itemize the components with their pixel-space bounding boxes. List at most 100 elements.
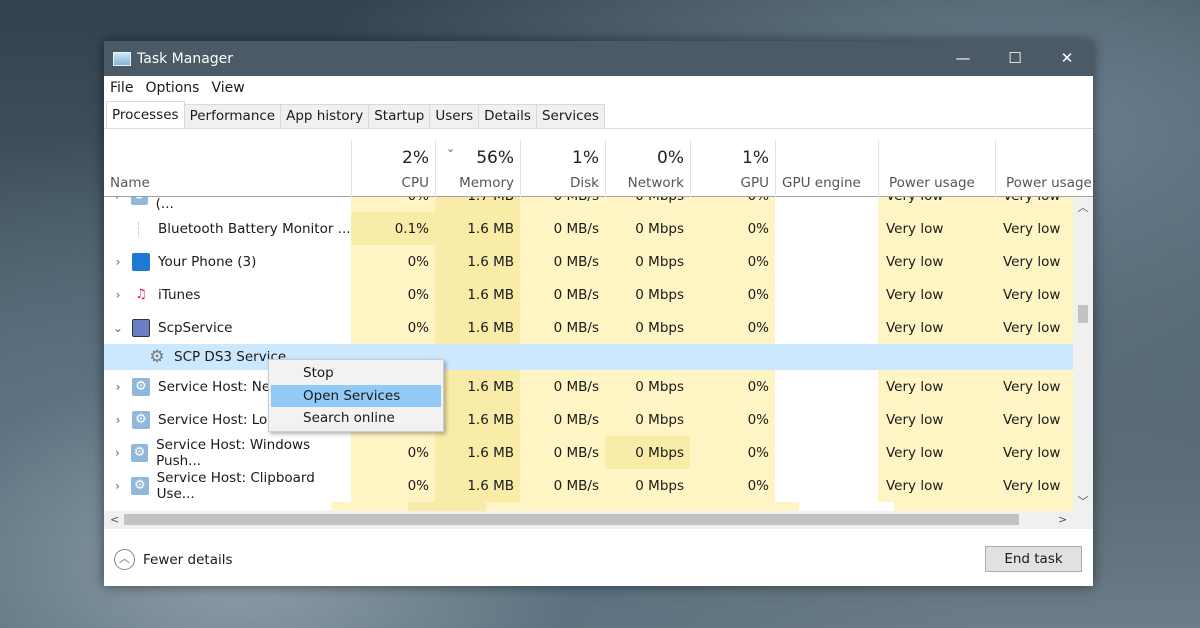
table-row[interactable]: › Your Phone (3) 0% 1.6 MB 0 MB/s 0 Mbps 0% Ver… <box>104 245 1073 278</box>
tab-performance[interactable]: Performance <box>183 104 282 128</box>
end-task-button[interactable]: End task <box>985 546 1082 572</box>
fewer-details-button[interactable]: ︿ Fewer details <box>114 549 233 570</box>
network-cell: 0 Mbps <box>605 436 690 469</box>
table-row[interactable]: › ⚙ Service Host: Clipboard Use... 0% 1.6 MB… <box>104 469 1073 502</box>
expand-chevron-icon[interactable]: › <box>104 446 131 460</box>
cpu-cell: 0% <box>351 436 435 469</box>
menu-view[interactable]: View <box>211 80 244 96</box>
expand-chevron-icon[interactable]: › <box>104 288 132 302</box>
maximize-button[interactable]: ☐ <box>989 41 1041 76</box>
column-gpu[interactable]: 1% GPU <box>690 140 775 197</box>
column-disk[interactable]: 1% Disk <box>520 140 605 197</box>
chevron-up-icon: ︿ <box>114 549 135 570</box>
column-power-usage[interactable]: Power usage <box>878 140 995 197</box>
disk-cell: 0 MB/s <box>520 436 605 469</box>
gpu-cell: 0% <box>690 278 775 311</box>
menu-item-open-services[interactable]: Open Services <box>271 384 441 407</box>
scroll-thumb[interactable] <box>1078 305 1088 323</box>
sort-chevron-icon: ⌄ <box>446 142 456 155</box>
vertical-scrollbar[interactable]: ︿ ﹀ <box>1073 197 1093 511</box>
scroll-thumb[interactable] <box>124 514 1019 525</box>
table-row[interactable]: Bluetooth Battery Monitor ... 0.1% 1.6 MB 0… <box>104 212 1073 245</box>
tab-processes[interactable]: Processes <box>106 101 185 128</box>
process-name: Service Host: Net <box>158 378 276 395</box>
process-name-cell: ›⚙ Service Host: Local System (... <box>104 197 351 212</box>
table-row[interactable]: ⌄ ScpService 0% 1.6 MB 0 MB/s 0 Mbps 0% Very lo… <box>104 311 1073 344</box>
gpu-cell: 0% <box>690 436 775 469</box>
scroll-left-icon[interactable]: < <box>110 511 119 528</box>
cpu-cell <box>330 502 409 511</box>
scroll-up-icon[interactable]: ︿ <box>1073 199 1093 215</box>
gpu-cell: 0% <box>690 197 775 212</box>
memory-cell: 1.6 MB <box>435 469 520 502</box>
scroll-right-icon[interactable]: > <box>1058 511 1067 528</box>
column-memory[interactable]: ⌄ 56% Memory <box>435 140 520 197</box>
tab-bar: Processes Performance App history Startu… <box>104 100 1093 129</box>
table-row[interactable]: › ⚙ Service Host: Windows Push... 0% 1.6 MB 0… <box>104 436 1073 469</box>
title-bar[interactable]: Task Manager — ☐ ✕ <box>104 41 1093 76</box>
tab-app-history[interactable]: App history <box>280 104 370 128</box>
memory-cell: 1.6 MB <box>435 403 520 436</box>
table-row[interactable]: ⚙ SCP DS3 Service <box>104 344 1073 370</box>
power-trend-cell: Very low <box>995 245 1073 278</box>
disk-cell: 0 MB/s <box>520 370 605 403</box>
table-row[interactable]: ›⚙Service Host: Local System (...0%1.7 M… <box>104 197 1073 212</box>
gpu-engine-cell <box>775 278 878 311</box>
process-name: Service Host: Clipboard Use... <box>156 469 315 502</box>
tab-startup[interactable]: Startup <box>368 104 431 128</box>
cpu-cell: 0% <box>351 245 435 278</box>
memory-total: 56% <box>476 148 514 168</box>
minimize-button[interactable]: — <box>937 41 989 76</box>
disk-cell: 0 MB/s <box>520 278 605 311</box>
process-list: ›⚙Service Host: Local System (...0%1.7 M… <box>104 197 1073 511</box>
gpu-engine-cell <box>775 370 878 403</box>
tab-users[interactable]: Users <box>429 104 480 128</box>
process-name-cell: Bluetooth Battery Monitor ... <box>104 212 351 245</box>
expand-chevron-icon[interactable]: › <box>104 479 131 493</box>
bluetooth-icon <box>138 219 144 238</box>
column-power-usage-trend[interactable]: Power usage tr <box>995 140 1093 197</box>
tab-services[interactable]: Services <box>535 104 605 128</box>
table-row[interactable] <box>104 502 1073 511</box>
power-trend-cell: Very low <box>995 311 1073 344</box>
network-cell: 0 Mbps <box>605 311 690 344</box>
menu-item-search-online[interactable]: Search online <box>271 407 441 430</box>
process-name-cell: › ⚙ Service Host: Windows Push... <box>104 436 351 469</box>
column-label: GPU engine <box>782 175 861 191</box>
expand-chevron-icon[interactable]: › <box>104 255 132 269</box>
expand-chevron-icon[interactable]: › <box>104 197 131 203</box>
memory-cell <box>408 502 487 511</box>
column-cpu[interactable]: 2% CPU <box>351 140 435 197</box>
cpu-cell: 0% <box>351 311 435 344</box>
column-gpu-engine[interactable]: GPU engine <box>775 140 878 197</box>
column-label: Power usage tr <box>1006 175 1093 191</box>
table-row[interactable]: › ⚙ Service Host: Net 1.6 MB 0 MB/s 0 Mbps 0% V… <box>104 370 1073 403</box>
column-name[interactable]: Name <box>104 140 351 197</box>
expand-chevron-icon[interactable]: › <box>104 413 132 427</box>
disk-cell: 0 MB/s <box>520 212 605 245</box>
power-usage-cell: Very low <box>878 436 995 469</box>
menu-options[interactable]: Options <box>145 80 199 96</box>
table-row[interactable]: › ♫ iTunes 0% 1.6 MB 0 MB/s 0 Mbps 0% Very low Ve… <box>104 278 1073 311</box>
context-menu: Stop Open Services Search online <box>268 359 444 432</box>
expand-chevron-icon[interactable]: ⌄ <box>104 321 132 335</box>
column-label: Memory <box>459 175 514 191</box>
scroll-down-icon[interactable]: ﹀ <box>1073 493 1093 509</box>
gpu-engine-cell <box>775 197 878 212</box>
tab-details[interactable]: Details <box>478 104 537 128</box>
close-button[interactable]: ✕ <box>1041 41 1093 76</box>
footer: ︿ Fewer details End task <box>104 528 1093 586</box>
cpu-total: 2% <box>402 148 429 168</box>
column-network[interactable]: 0% Network <box>605 140 690 197</box>
disk-cell: 0 MB/s <box>520 469 605 502</box>
cpu-cell: 0% <box>351 197 435 212</box>
expand-chevron-icon[interactable]: › <box>104 380 132 394</box>
menu-file[interactable]: File <box>110 80 133 96</box>
memory-cell: 1.6 MB <box>435 245 520 278</box>
table-row[interactable]: › ⚙ Service Host: Loc 1.6 MB 0 MB/s 0 Mbps 0% V… <box>104 403 1073 436</box>
memory-cell: 1.6 MB <box>435 436 520 469</box>
column-label: Name <box>110 175 150 191</box>
horizontal-scrollbar[interactable]: < > <box>104 511 1093 528</box>
cells <box>893 502 1073 511</box>
menu-item-stop[interactable]: Stop <box>271 362 441 385</box>
